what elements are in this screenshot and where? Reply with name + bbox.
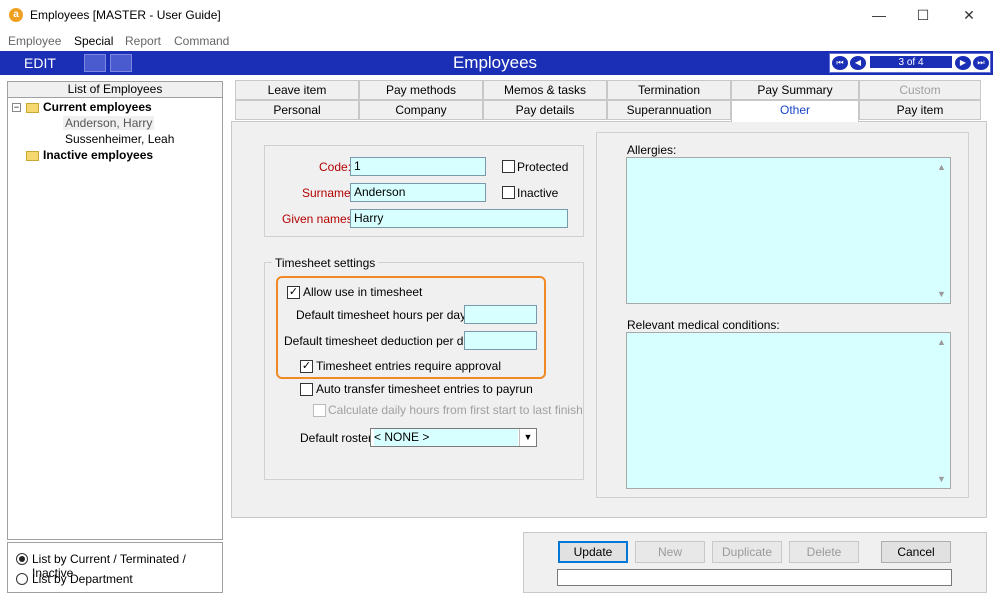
tab-pay-details[interactable]: Pay details: [483, 100, 607, 120]
allow-timesheet-label: Allow use in timesheet: [303, 285, 423, 299]
window-title: Employees [MASTER - User Guide]: [30, 8, 221, 22]
folder-icon: [26, 150, 39, 161]
scroll-up-icon[interactable]: ▲: [937, 337, 946, 347]
tab-memos-tasks[interactable]: Memos & tasks: [483, 80, 607, 100]
status-bar: [557, 569, 952, 586]
medical-conditions-scrollbar[interactable]: ▲ ▼: [934, 333, 950, 488]
tree-item-employee[interactable]: Anderson, Harry: [63, 116, 155, 130]
code-label: Code:: [319, 160, 352, 174]
inactive-checkbox[interactable]: [502, 186, 515, 199]
record-navigator: ⏮ ◀ 3 of 4 ▶ ⏭: [829, 53, 991, 73]
hours-per-day-field[interactable]: [464, 305, 537, 324]
auto-transfer-label: Auto transfer timesheet entries to payru…: [316, 382, 533, 396]
tab-superannuation[interactable]: Superannuation: [607, 100, 731, 120]
edit-mode-button[interactable]: EDIT: [2, 53, 78, 73]
menu-command[interactable]: Command: [174, 34, 229, 48]
list-options-panel: List by Current / Terminated / Inactive …: [7, 542, 223, 593]
new-button: New: [635, 541, 705, 563]
maximize-button[interactable]: ☐: [900, 4, 946, 26]
medical-conditions-textarea[interactable]: ▲ ▼: [626, 332, 951, 489]
minimize-button[interactable]: —: [856, 4, 902, 26]
scroll-down-icon[interactable]: ▼: [937, 289, 946, 299]
title-bar: a Employees [MASTER - User Guide] — ☐ ✕: [0, 0, 993, 31]
protected-checkbox[interactable]: [502, 160, 515, 173]
tab-custom: Custom: [859, 80, 981, 100]
update-button[interactable]: Update: [558, 541, 628, 563]
tab-pay-methods[interactable]: Pay methods: [359, 80, 483, 100]
inactive-label: Inactive: [517, 186, 559, 200]
folder-icon: [26, 102, 39, 113]
timesheet-settings-label: Timesheet settings: [272, 256, 379, 270]
tab-other[interactable]: Other: [731, 100, 859, 122]
next-record-icon[interactable]: ▶: [955, 56, 971, 70]
require-approval-checkbox[interactable]: [300, 360, 313, 373]
close-button[interactable]: ✕: [946, 4, 992, 26]
deduction-per-day-field[interactable]: [464, 331, 537, 350]
chevron-down-icon[interactable]: ▼: [519, 429, 536, 446]
menu-bar: Employee Special Report Command: [0, 31, 993, 51]
delete-button: Delete: [789, 541, 859, 563]
allergies-textarea[interactable]: ▲ ▼: [626, 157, 951, 304]
default-roster-value: < NONE >: [374, 429, 518, 446]
form-title: Employees: [452, 53, 538, 72]
tree-group-current[interactable]: Current employees: [26, 100, 152, 114]
tab-pay-item[interactable]: Pay item: [859, 100, 981, 120]
scroll-up-icon[interactable]: ▲: [937, 162, 946, 172]
record-position[interactable]: 3 of 4: [870, 56, 952, 70]
employee-list-header: List of Employees: [8, 82, 222, 98]
toolbar: EDIT Employees ⏮ ◀ 3 of 4 ▶ ⏭: [0, 51, 993, 75]
app-logo-icon: a: [9, 8, 23, 22]
tree-item-employee[interactable]: Sussenheimer, Leah: [65, 132, 174, 146]
tab-leave-item[interactable]: Leave item: [235, 80, 359, 100]
cancel-button[interactable]: Cancel: [881, 541, 951, 563]
list-by-department-label: List by Department: [32, 572, 133, 586]
tab-personal[interactable]: Personal: [235, 100, 359, 120]
given-names-label: Given names:: [282, 212, 357, 226]
tab-termination[interactable]: Termination: [607, 80, 731, 100]
last-record-icon[interactable]: ⏭: [973, 56, 989, 70]
menu-report[interactable]: Report: [125, 34, 161, 48]
deduction-per-day-label: Default timesheet deduction per day:: [284, 334, 480, 348]
collapse-icon[interactable]: −: [12, 103, 21, 112]
document-icon[interactable]: [110, 54, 132, 72]
tree-group-inactive[interactable]: Inactive employees: [26, 148, 153, 162]
require-approval-label: Timesheet entries require approval: [316, 359, 501, 373]
default-roster-select[interactable]: < NONE > ▼: [370, 428, 537, 447]
allow-timesheet-checkbox[interactable]: [287, 286, 300, 299]
hours-per-day-label: Default timesheet hours per day:: [296, 308, 470, 322]
surname-label: Surname:: [302, 186, 355, 200]
surname-field[interactable]: Anderson: [350, 183, 486, 202]
allergies-scrollbar[interactable]: ▲ ▼: [934, 158, 950, 303]
first-record-icon[interactable]: ⏮: [832, 56, 848, 70]
tab-company[interactable]: Company: [359, 100, 483, 120]
tab-pay-summary[interactable]: Pay Summary: [731, 80, 859, 100]
allergies-label: Allergies:: [627, 143, 677, 157]
protected-label: Protected: [517, 160, 569, 174]
duplicate-button: Duplicate: [712, 541, 782, 563]
menu-special[interactable]: Special: [74, 34, 113, 48]
auto-transfer-checkbox[interactable]: [300, 383, 313, 396]
scroll-down-icon[interactable]: ▼: [937, 474, 946, 484]
folder-icon[interactable]: [84, 54, 106, 72]
medical-conditions-label: Relevant medical conditions:: [627, 318, 780, 332]
given-names-field[interactable]: Harry: [350, 209, 568, 228]
default-roster-label: Default roster:: [300, 431, 376, 445]
menu-employee[interactable]: Employee: [8, 34, 61, 48]
employee-list-panel: List of Employees − Current employees An…: [7, 81, 223, 540]
calc-daily-hours-checkbox: [313, 404, 326, 417]
list-by-department-radio[interactable]: [16, 573, 28, 585]
calc-daily-hours-label: Calculate daily hours from first start t…: [328, 403, 583, 417]
list-by-status-radio[interactable]: [16, 553, 28, 565]
previous-record-icon[interactable]: ◀: [850, 56, 866, 70]
code-field[interactable]: 1: [350, 157, 486, 176]
